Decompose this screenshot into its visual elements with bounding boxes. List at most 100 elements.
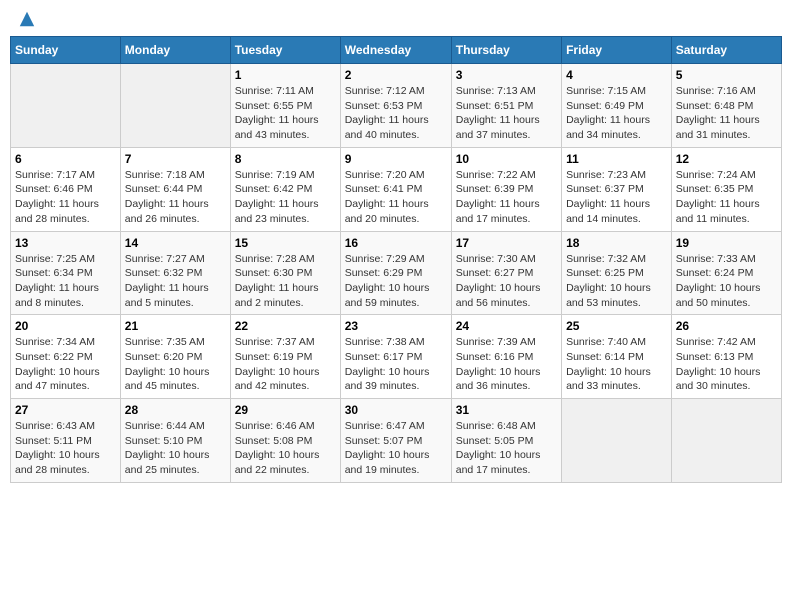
day-info: Sunrise: 7:38 AMSunset: 6:17 PMDaylight:… bbox=[345, 335, 447, 394]
calendar-week-row: 20Sunrise: 7:34 AMSunset: 6:22 PMDayligh… bbox=[11, 315, 782, 399]
calendar-cell: 31 Sunrise: 6:48 AMSunset: 5:05 PMDayligh… bbox=[451, 399, 561, 483]
day-number: 28 bbox=[125, 403, 226, 417]
day-info: Sunrise: 7:42 AMSunset: 6:13 PMDaylight:… bbox=[676, 335, 777, 394]
day-info: Sunrise: 7:33 AMSunset: 6:24 PMDaylight:… bbox=[676, 252, 777, 311]
logo bbox=[14, 10, 40, 28]
day-number: 9 bbox=[345, 152, 447, 166]
day-number: 5 bbox=[676, 68, 777, 82]
calendar-cell: 6Sunrise: 7:17 AMSunset: 6:46 PMDaylight… bbox=[11, 147, 121, 231]
day-number: 12 bbox=[676, 152, 777, 166]
calendar-cell: 28 Sunrise: 6:44 AMSunset: 5:10 PMDayligh… bbox=[120, 399, 230, 483]
day-info: Sunrise: 7:24 AMSunset: 6:35 PMDaylight:… bbox=[676, 168, 777, 227]
calendar-cell: 11 Sunrise: 7:23 AMSunset: 6:37 PMDayligh… bbox=[562, 147, 672, 231]
day-info: Sunrise: 7:12 AMSunset: 6:53 PMDaylight:… bbox=[345, 84, 447, 143]
weekday-header: Tuesday bbox=[230, 37, 340, 64]
day-info: Sunrise: 6:46 AMSunset: 5:08 PMDaylight:… bbox=[235, 419, 336, 478]
day-number: 2 bbox=[345, 68, 447, 82]
calendar-cell: 15Sunrise: 7:28 AMSunset: 6:30 PMDayligh… bbox=[230, 231, 340, 315]
day-number: 20 bbox=[15, 319, 116, 333]
day-number: 16 bbox=[345, 236, 447, 250]
day-info: Sunrise: 7:15 AMSunset: 6:49 PMDaylight:… bbox=[566, 84, 667, 143]
day-info: Sunrise: 7:40 AMSunset: 6:14 PMDaylight:… bbox=[566, 335, 667, 394]
calendar-cell: 9 Sunrise: 7:20 AMSunset: 6:41 PMDaylight… bbox=[340, 147, 451, 231]
calendar-cell: 5 Sunrise: 7:16 AMSunset: 6:48 PMDaylight… bbox=[671, 64, 781, 148]
day-number: 30 bbox=[345, 403, 447, 417]
calendar-week-row: 13 Sunrise: 7:25 AMSunset: 6:34 PMDayligh… bbox=[11, 231, 782, 315]
day-number: 11 bbox=[566, 152, 667, 166]
day-info: Sunrise: 7:27 AMSunset: 6:32 PMDaylight:… bbox=[125, 252, 226, 311]
day-info: Sunrise: 7:19 AMSunset: 6:42 PMDaylight:… bbox=[235, 168, 336, 227]
day-number: 19 bbox=[676, 236, 777, 250]
weekday-header: Monday bbox=[120, 37, 230, 64]
day-number: 4 bbox=[566, 68, 667, 82]
day-number: 21 bbox=[125, 319, 226, 333]
calendar-cell: 16 Sunrise: 7:29 AMSunset: 6:29 PMDayligh… bbox=[340, 231, 451, 315]
day-number: 17 bbox=[456, 236, 557, 250]
day-number: 15 bbox=[235, 236, 336, 250]
day-number: 31 bbox=[456, 403, 557, 417]
day-number: 29 bbox=[235, 403, 336, 417]
weekday-header: Wednesday bbox=[340, 37, 451, 64]
day-info: Sunrise: 7:22 AMSunset: 6:39 PMDaylight:… bbox=[456, 168, 557, 227]
day-number: 14 bbox=[125, 236, 226, 250]
calendar-week-row: 27Sunrise: 6:43 AMSunset: 5:11 PMDayligh… bbox=[11, 399, 782, 483]
calendar-cell bbox=[562, 399, 672, 483]
calendar-cell: 20Sunrise: 7:34 AMSunset: 6:22 PMDayligh… bbox=[11, 315, 121, 399]
day-info: Sunrise: 6:44 AMSunset: 5:10 PMDaylight:… bbox=[125, 419, 226, 478]
calendar-cell: 12 Sunrise: 7:24 AMSunset: 6:35 PMDayligh… bbox=[671, 147, 781, 231]
calendar-cell: 10 Sunrise: 7:22 AMSunset: 6:39 PMDayligh… bbox=[451, 147, 561, 231]
calendar-cell: 2 Sunrise: 7:12 AMSunset: 6:53 PMDaylight… bbox=[340, 64, 451, 148]
day-number: 22 bbox=[235, 319, 336, 333]
day-info: Sunrise: 7:11 AMSunset: 6:55 PMDaylight:… bbox=[235, 84, 336, 143]
calendar-cell: 22 Sunrise: 7:37 AMSunset: 6:19 PMDayligh… bbox=[230, 315, 340, 399]
day-info: Sunrise: 6:43 AMSunset: 5:11 PMDaylight:… bbox=[15, 419, 116, 478]
day-info: Sunrise: 7:29 AMSunset: 6:29 PMDaylight:… bbox=[345, 252, 447, 311]
calendar-cell: 19 Sunrise: 7:33 AMSunset: 6:24 PMDayligh… bbox=[671, 231, 781, 315]
day-info: Sunrise: 7:16 AMSunset: 6:48 PMDaylight:… bbox=[676, 84, 777, 143]
day-info: Sunrise: 6:47 AMSunset: 5:07 PMDaylight:… bbox=[345, 419, 447, 478]
day-info: Sunrise: 7:30 AMSunset: 6:27 PMDaylight:… bbox=[456, 252, 557, 311]
calendar-cell bbox=[671, 399, 781, 483]
page-header bbox=[10, 10, 782, 28]
day-info: Sunrise: 6:48 AMSunset: 5:05 PMDaylight:… bbox=[456, 419, 557, 478]
day-info: Sunrise: 7:35 AMSunset: 6:20 PMDaylight:… bbox=[125, 335, 226, 394]
calendar-cell bbox=[120, 64, 230, 148]
day-number: 25 bbox=[566, 319, 667, 333]
calendar-header-row: SundayMondayTuesdayWednesdayThursdayFrid… bbox=[11, 37, 782, 64]
day-info: Sunrise: 7:20 AMSunset: 6:41 PMDaylight:… bbox=[345, 168, 447, 227]
day-number: 7 bbox=[125, 152, 226, 166]
day-info: Sunrise: 7:32 AMSunset: 6:25 PMDaylight:… bbox=[566, 252, 667, 311]
weekday-header: Saturday bbox=[671, 37, 781, 64]
day-number: 10 bbox=[456, 152, 557, 166]
calendar-week-row: 1 Sunrise: 7:11 AMSunset: 6:55 PMDaylight… bbox=[11, 64, 782, 148]
calendar-cell: 30 Sunrise: 6:47 AMSunset: 5:07 PMDayligh… bbox=[340, 399, 451, 483]
day-number: 24 bbox=[456, 319, 557, 333]
day-info: Sunrise: 7:23 AMSunset: 6:37 PMDaylight:… bbox=[566, 168, 667, 227]
calendar-cell: 18 Sunrise: 7:32 AMSunset: 6:25 PMDayligh… bbox=[562, 231, 672, 315]
day-number: 18 bbox=[566, 236, 667, 250]
day-info: Sunrise: 7:37 AMSunset: 6:19 PMDaylight:… bbox=[235, 335, 336, 394]
weekday-header: Thursday bbox=[451, 37, 561, 64]
calendar-cell: 7Sunrise: 7:18 AMSunset: 6:44 PMDaylight… bbox=[120, 147, 230, 231]
weekday-header: Friday bbox=[562, 37, 672, 64]
calendar-cell: 23 Sunrise: 7:38 AMSunset: 6:17 PMDayligh… bbox=[340, 315, 451, 399]
day-info: Sunrise: 7:13 AMSunset: 6:51 PMDaylight:… bbox=[456, 84, 557, 143]
calendar-table: SundayMondayTuesdayWednesdayThursdayFrid… bbox=[10, 36, 782, 483]
calendar-cell: 26Sunrise: 7:42 AMSunset: 6:13 PMDayligh… bbox=[671, 315, 781, 399]
day-number: 6 bbox=[15, 152, 116, 166]
day-number: 13 bbox=[15, 236, 116, 250]
day-info: Sunrise: 7:25 AMSunset: 6:34 PMDaylight:… bbox=[15, 252, 116, 311]
day-number: 8 bbox=[235, 152, 336, 166]
day-number: 23 bbox=[345, 319, 447, 333]
weekday-header: Sunday bbox=[11, 37, 121, 64]
calendar-cell: 17 Sunrise: 7:30 AMSunset: 6:27 PMDayligh… bbox=[451, 231, 561, 315]
calendar-cell: 27Sunrise: 6:43 AMSunset: 5:11 PMDayligh… bbox=[11, 399, 121, 483]
calendar-cell: 24Sunrise: 7:39 AMSunset: 6:16 PMDayligh… bbox=[451, 315, 561, 399]
calendar-cell: 3Sunrise: 7:13 AMSunset: 6:51 PMDaylight… bbox=[451, 64, 561, 148]
calendar-cell: 29 Sunrise: 6:46 AMSunset: 5:08 PMDayligh… bbox=[230, 399, 340, 483]
calendar-cell: 14 Sunrise: 7:27 AMSunset: 6:32 PMDayligh… bbox=[120, 231, 230, 315]
calendar-cell: 25 Sunrise: 7:40 AMSunset: 6:14 PMDayligh… bbox=[562, 315, 672, 399]
calendar-cell: 13 Sunrise: 7:25 AMSunset: 6:34 PMDayligh… bbox=[11, 231, 121, 315]
day-number: 1 bbox=[235, 68, 336, 82]
calendar-week-row: 6Sunrise: 7:17 AMSunset: 6:46 PMDaylight… bbox=[11, 147, 782, 231]
